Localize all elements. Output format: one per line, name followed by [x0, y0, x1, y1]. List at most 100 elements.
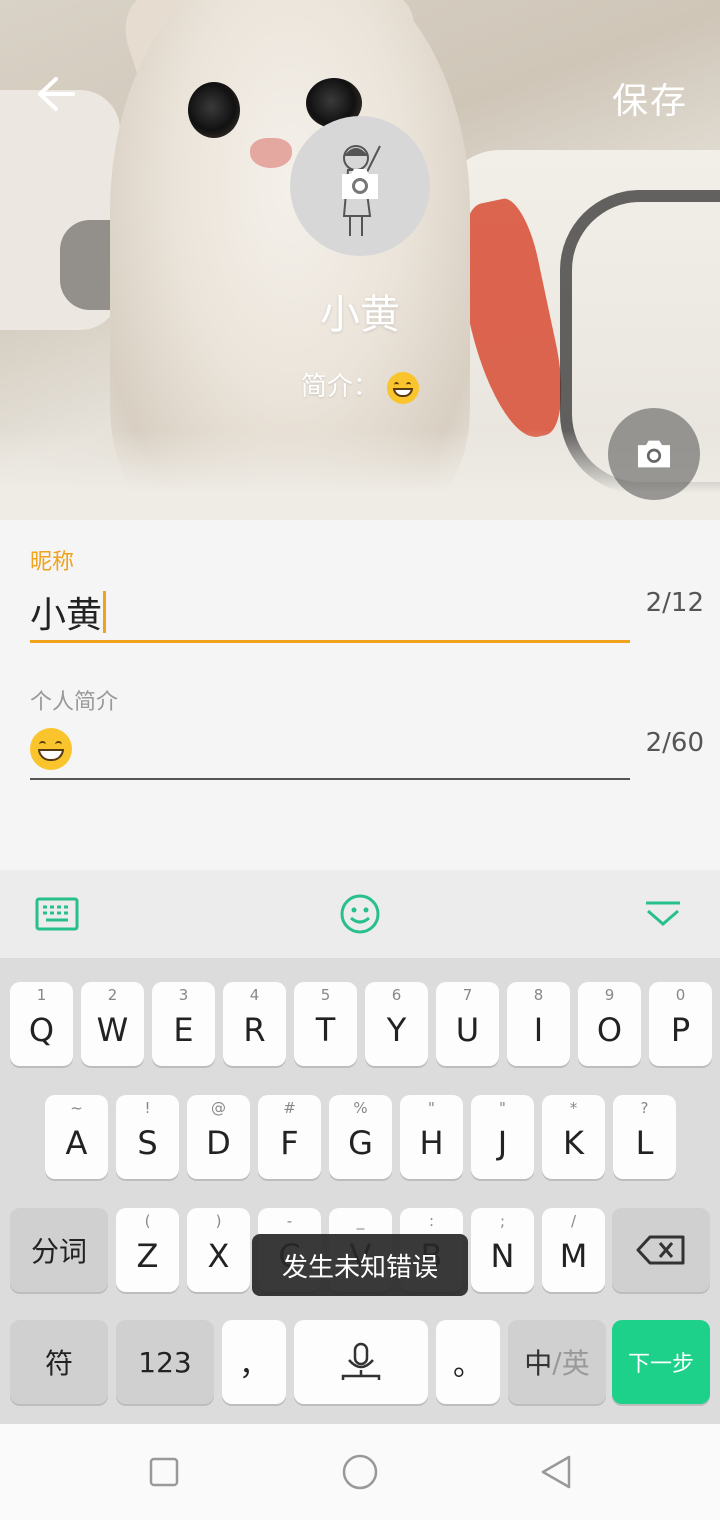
next-key[interactable]: 下一步 — [612, 1320, 710, 1404]
language-zh-label: 中 — [524, 1347, 553, 1380]
camera-icon — [638, 440, 670, 468]
key-secondary-label: ) — [215, 1212, 222, 1230]
next-key-label: 下一步 — [627, 1352, 694, 1377]
key-y[interactable]: 6Y — [365, 982, 428, 1066]
key-secondary-label: / — [570, 1212, 577, 1230]
key-p[interactable]: 0P — [649, 982, 712, 1066]
key-secondary-label: * — [569, 1099, 578, 1117]
key-label: P — [670, 1011, 691, 1049]
key-u[interactable]: 7U — [436, 982, 499, 1066]
nickname-value: 小黄 — [30, 595, 103, 636]
key-secondary-label: 5 — [320, 986, 331, 1004]
key-label: X — [207, 1237, 230, 1275]
key-label: E — [173, 1011, 194, 1049]
key-h[interactable]: " H — [400, 1095, 463, 1179]
symbols-key[interactable]: 符 — [10, 1320, 108, 1404]
key-j[interactable]: " J — [471, 1095, 534, 1179]
change-cover-button[interactable] — [608, 408, 700, 500]
key-s[interactable]: ! S — [116, 1095, 179, 1179]
key-e[interactable]: 3E — [152, 982, 215, 1066]
arrow-left-icon — [38, 77, 75, 111]
back-nav-button[interactable] — [536, 1452, 576, 1492]
key-r[interactable]: 4R — [223, 982, 286, 1066]
key-w[interactable]: 2W — [81, 982, 144, 1066]
grinning-emoji-icon — [30, 728, 72, 770]
key-i[interactable]: 8I — [507, 982, 570, 1066]
key-m[interactable]: / M — [542, 1208, 605, 1292]
key-label: A — [65, 1124, 88, 1162]
key-d[interactable]: @ D — [187, 1095, 250, 1179]
key-secondary-label: 4 — [249, 986, 260, 1004]
camera-icon[interactable] — [338, 166, 382, 202]
key-secondary-label: 2 — [107, 986, 118, 1004]
key-z[interactable]: (Z — [116, 1208, 179, 1292]
key-secondary-label: " — [499, 1099, 506, 1117]
smiley-icon — [340, 894, 380, 934]
key-secondary-label: 7 — [462, 986, 473, 1004]
voice-input-key[interactable] — [294, 1320, 428, 1404]
home-button[interactable] — [340, 1452, 380, 1492]
bio-input[interactable] — [30, 728, 630, 780]
key-label: D — [206, 1124, 231, 1162]
key-label: N — [490, 1237, 515, 1275]
key-label: W — [96, 1011, 129, 1049]
key-secondary-label: 3 — [178, 986, 189, 1004]
key-secondary-label: % — [353, 1099, 368, 1117]
key-l[interactable]: ? L — [613, 1095, 676, 1179]
segment-key[interactable]: 分词 — [10, 1208, 108, 1292]
grinning-emoji-icon — [387, 371, 420, 404]
key-a[interactable]: ~ A — [45, 1095, 108, 1179]
key-secondary-label: _ — [356, 1212, 365, 1230]
nickname-label: 昵称 — [30, 550, 75, 575]
period-key[interactable]: 。 — [436, 1320, 500, 1404]
chevron-down-icon — [646, 901, 680, 926]
key-secondary-label: 6 — [391, 986, 402, 1004]
language-switch-key[interactable]: 中 / 英 — [508, 1320, 606, 1404]
key-label: G — [348, 1124, 373, 1162]
key-f[interactable]: # F — [258, 1095, 321, 1179]
key-n[interactable]: ; N — [471, 1208, 534, 1292]
key-x[interactable]: ) X — [187, 1208, 250, 1292]
emoji-button[interactable] — [337, 892, 383, 936]
key-secondary-label: # — [283, 1099, 296, 1117]
numbers-key[interactable]: 123 — [116, 1320, 214, 1404]
key-label: S — [137, 1124, 158, 1162]
key-label: Y — [386, 1011, 407, 1049]
error-toast: 发生未知错误 — [252, 1234, 468, 1296]
key-label: U — [455, 1011, 480, 1049]
key-secondary-label: ; — [499, 1212, 506, 1230]
key-secondary-label: 9 — [604, 986, 615, 1004]
key-q[interactable]: 1Q — [10, 982, 73, 1066]
key-label: M — [559, 1237, 588, 1275]
key-g[interactable]: % G — [329, 1095, 392, 1179]
key-o[interactable]: 9O — [578, 982, 641, 1066]
key-secondary-label: ! — [144, 1099, 151, 1117]
key-t[interactable]: 5T — [294, 982, 357, 1066]
backspace-icon — [636, 1235, 685, 1265]
nickname-input[interactable]: 小黄 — [30, 586, 630, 643]
soft-keyboard: 1Q2W3E4R5T6Y7U8I9O0P ~ A! S @ D # F% G " H " J * K? L … — [0, 958, 720, 1424]
key-secondary-label: ( — [144, 1212, 151, 1230]
key-label: T — [315, 1011, 336, 1049]
key-label: L — [635, 1124, 654, 1162]
key-label: K — [563, 1124, 584, 1162]
save-button[interactable]: 保存 — [612, 72, 688, 124]
key-secondary-label: @ — [211, 1099, 226, 1117]
key-secondary-label: 0 — [675, 986, 686, 1004]
nickname-counter: 2/12 — [645, 588, 704, 618]
period-key-label: 。 — [453, 1348, 483, 1383]
key-label: J — [497, 1124, 508, 1162]
keyboard-layout-button[interactable] — [34, 892, 80, 936]
symbols-key-label: 符 — [44, 1347, 73, 1380]
backspace-key[interactable] — [612, 1208, 710, 1292]
back-button[interactable] — [30, 68, 82, 120]
recent-apps-button[interactable] — [144, 1452, 184, 1492]
key-k[interactable]: * K — [542, 1095, 605, 1179]
hide-keyboard-button[interactable] — [640, 892, 686, 936]
microphone-icon — [341, 1342, 381, 1380]
language-separator: / — [552, 1345, 562, 1379]
comma-key[interactable]: ， — [222, 1320, 286, 1404]
key-secondary-label: " — [428, 1099, 435, 1117]
keyboard-toolbar — [0, 870, 720, 958]
language-en-label: 英 — [561, 1347, 590, 1380]
